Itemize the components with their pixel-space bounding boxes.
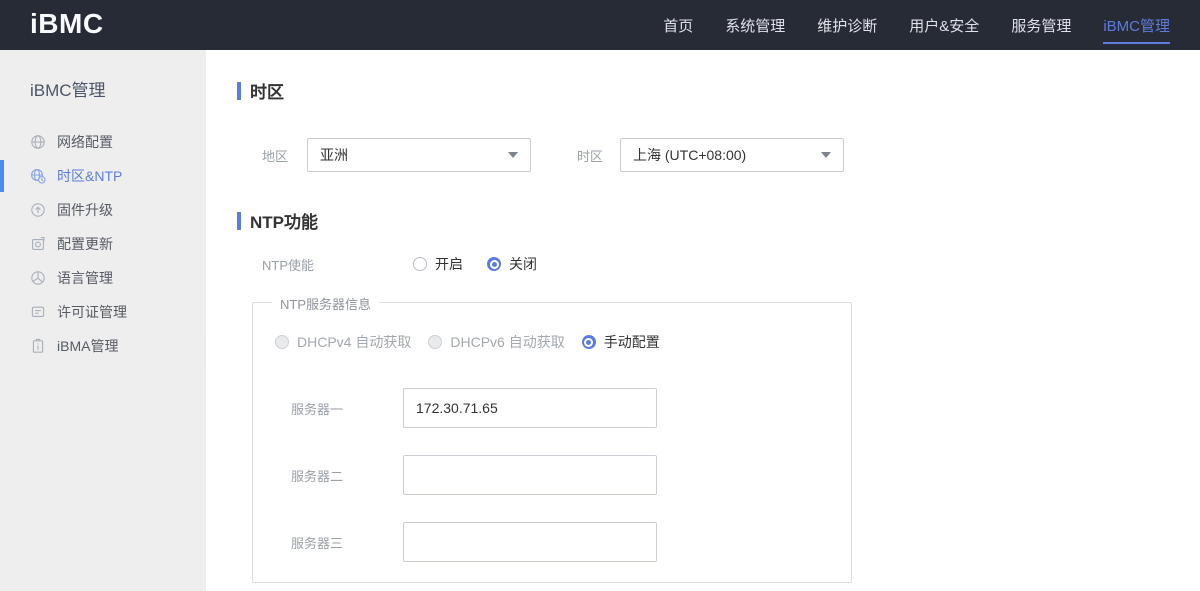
server-one-label: 服务器一 xyxy=(291,401,344,417)
radio-unselected-icon xyxy=(413,257,427,271)
dropdown-caret-icon xyxy=(821,152,831,158)
manual-config-option[interactable]: 手动配置 xyxy=(581,332,660,352)
radio-selected-icon xyxy=(487,257,501,271)
section-accent-bar xyxy=(237,211,241,230)
sidebar-item-license-management[interactable]: 许可证管理 xyxy=(0,295,206,329)
nav-item-home[interactable]: 首页 xyxy=(647,0,709,50)
server-two-input[interactable] xyxy=(403,455,657,495)
ntp-server-info-legend: NTP服务器信息 xyxy=(272,294,380,313)
sidebar-item-label: 网络配置 xyxy=(57,134,113,150)
sidebar-item-label: 许可证管理 xyxy=(57,304,127,320)
ntp-enable-off-option[interactable]: 关闭 xyxy=(487,254,537,274)
dhcpv4-auto-option: DHCPv4 自动获取 xyxy=(275,332,411,352)
radio-option-label: 手动配置 xyxy=(603,334,660,350)
sidebar-menu: 网络配置 时区&NTP 固件升级 配置更新 语言管理 许可证管理 iBMA管理 xyxy=(0,125,206,363)
section-title-text: 时区 xyxy=(250,83,284,102)
sidebar-item-timezone-ntp[interactable]: 时区&NTP xyxy=(0,159,206,193)
radio-disabled-icon xyxy=(428,335,443,349)
server-two-row: 服务器二 xyxy=(253,455,851,495)
sidebar-item-ibma-management[interactable]: iBMA管理 xyxy=(0,329,206,363)
server-one-row: 服务器一 xyxy=(253,388,851,428)
sidebar-item-network-config[interactable]: 网络配置 xyxy=(0,125,206,159)
ibma-icon xyxy=(30,338,46,354)
ibmc-logo: iBMC xyxy=(30,8,104,39)
sidebar-item-config-update[interactable]: 配置更新 xyxy=(0,227,206,261)
language-icon xyxy=(30,270,46,286)
license-icon xyxy=(30,304,46,320)
radio-option-label: 关闭 xyxy=(509,256,537,272)
radio-option-label: 开启 xyxy=(435,256,463,272)
radio-disabled-icon xyxy=(275,335,289,349)
nav-item-ibmc-management[interactable]: iBMC管理 xyxy=(1087,0,1186,50)
server-three-row: 服务器三 xyxy=(253,522,851,562)
timezone-section-title: 时区 xyxy=(237,50,1200,103)
ntp-server-info-fieldset: NTP服务器信息 DHCPv4 自动获取 DHCPv6 自动获取 手动配置 服务… xyxy=(252,294,852,583)
timezone-select-value: 上海 (UTC+08:00) xyxy=(633,147,747,163)
region-select[interactable]: 亚洲 xyxy=(307,138,531,172)
nav-item-system[interactable]: 系统管理 xyxy=(709,0,801,50)
timezone-label: 时区 xyxy=(577,148,604,164)
server-three-input[interactable] xyxy=(403,522,657,562)
ntp-enable-on-option[interactable]: 开启 xyxy=(413,254,463,274)
region-select-value: 亚洲 xyxy=(320,147,348,163)
sidebar-item-label: 时区&NTP xyxy=(57,168,123,184)
main-content: 时区 地区 亚洲 时区 上海 (UTC+08:00) NTP功能 NTP使能 开… xyxy=(206,50,1200,591)
timezone-select[interactable]: 上海 (UTC+08:00) xyxy=(620,138,844,172)
ntp-enable-label: NTP使能 xyxy=(262,257,315,273)
server-three-label: 服务器三 xyxy=(291,535,344,551)
server-two-label: 服务器二 xyxy=(291,468,344,484)
sidebar-item-firmware-upgrade[interactable]: 固件升级 xyxy=(0,193,206,227)
section-accent-bar xyxy=(237,81,241,100)
firmware-upgrade-icon xyxy=(30,202,46,218)
sidebar-item-label: 配置更新 xyxy=(57,236,113,252)
network-icon xyxy=(30,134,46,150)
server-one-input[interactable] xyxy=(403,388,657,428)
timezone-form-row: 地区 亚洲 时区 上海 (UTC+08:00) xyxy=(237,138,1200,172)
top-nav-menu: 首页 系统管理 维护诊断 用户&安全 服务管理 iBMC管理 xyxy=(647,0,1200,50)
dropdown-caret-icon xyxy=(508,152,518,158)
sidebar-item-label: 语言管理 xyxy=(57,270,113,286)
sidebar: iBMC管理 网络配置 时区&NTP 固件升级 配置更新 语言管理 许可证管理 … xyxy=(0,50,206,591)
section-title-text: NTP功能 xyxy=(250,213,318,232)
radio-option-label: DHCPv6 自动获取 xyxy=(450,334,565,350)
sidebar-title: iBMC管理 xyxy=(30,81,106,100)
config-update-icon xyxy=(30,236,46,252)
radio-option-label: DHCPv4 自动获取 xyxy=(297,334,412,350)
sidebar-item-label: 固件升级 xyxy=(57,202,113,218)
timezone-ntp-icon xyxy=(30,168,46,184)
sidebar-item-language-management[interactable]: 语言管理 xyxy=(0,261,206,295)
ntp-enable-row: NTP使能 开启 关闭 xyxy=(237,254,1200,274)
nav-item-maintenance[interactable]: 维护诊断 xyxy=(801,0,893,50)
region-label: 地区 xyxy=(262,148,289,164)
dhcpv6-auto-option: DHCPv6 自动获取 xyxy=(428,332,565,352)
top-navbar: iBMC 首页 系统管理 维护诊断 用户&安全 服务管理 iBMC管理 xyxy=(0,0,1200,50)
radio-selected-icon xyxy=(581,335,596,349)
sidebar-item-label: iBMA管理 xyxy=(57,338,119,354)
nav-item-service[interactable]: 服务管理 xyxy=(995,0,1087,50)
nav-item-user-security[interactable]: 用户&安全 xyxy=(893,0,995,50)
ntp-section-title: NTP功能 xyxy=(237,208,1200,233)
